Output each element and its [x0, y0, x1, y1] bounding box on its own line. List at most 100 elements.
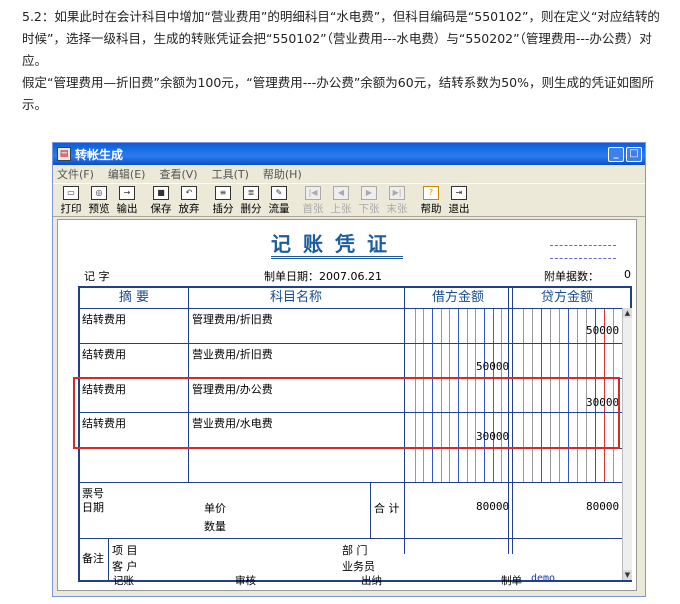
intro-text: 5.2：如果此时在会计科目中增加“营业费用”的明细科目“水电费”，但科目编码是“…	[22, 6, 672, 116]
toolbar: ▭ 打印 ◎ 预览 → 输出 ■ 保存 ↶ 放弃 ≡ 插分 ≣ 删分 ✎ 流量 |◀ 首张 ◀ 上张…	[53, 183, 645, 217]
prev-icon: ◀	[333, 186, 349, 200]
attachment-label: 附单据数：	[544, 270, 599, 283]
vertical-scrollbar[interactable]: ▲ ▼	[622, 308, 632, 580]
undo-button[interactable]: ↶ 放弃	[175, 184, 203, 216]
output-button[interactable]: → 输出	[113, 184, 141, 216]
delete-row-label: 删分	[240, 203, 262, 215]
preview-button[interactable]: ◎ 预览	[85, 184, 113, 216]
date-label: 日期	[82, 501, 104, 514]
menu-file[interactable]: 文件(F)	[57, 166, 94, 182]
flow-icon: ✎	[271, 186, 287, 200]
insert-row-label: 插分	[212, 203, 234, 215]
help-icon: ?	[423, 186, 439, 200]
output-icon: →	[119, 186, 135, 200]
next-button[interactable]: ▶ 下张	[355, 184, 383, 216]
save-icon: ■	[153, 186, 169, 200]
undo-icon: ↶	[181, 186, 197, 200]
voucher-type[interactable]: 记 字	[84, 268, 110, 284]
scroll-down-icon[interactable]: ▼	[623, 570, 632, 580]
divider	[80, 538, 622, 539]
dashed-line	[550, 258, 616, 259]
salesperson-label: 业务员	[342, 560, 375, 573]
dashed-line	[550, 245, 616, 246]
last-label: 末张	[386, 203, 408, 215]
flow-label: 流量	[268, 203, 290, 215]
voucher-date[interactable]: 制单日期：2007.06.21	[264, 268, 382, 284]
save-button[interactable]: ■ 保存	[147, 184, 175, 216]
menu-bar: 文件(F) 编辑(E) 查看(V) 工具(T) 帮助(H)	[53, 165, 645, 183]
window-titlebar[interactable]: ▤ 转帐生成 _ □	[53, 143, 645, 165]
customer-label: 客 户	[112, 560, 138, 573]
unit-price-label: 单价	[204, 502, 226, 515]
print-icon: ▭	[63, 186, 79, 200]
exit-button[interactable]: ⇥ 退出	[445, 184, 473, 216]
audit-label: 审核	[235, 575, 256, 587]
divider	[370, 482, 371, 538]
total-credit: 80000	[586, 500, 620, 513]
exit-icon: ⇥	[451, 186, 467, 200]
project-label: 项 目	[112, 544, 138, 557]
first-button[interactable]: |◀ 首张	[299, 184, 327, 216]
first-label: 首张	[302, 203, 324, 215]
header-account: 科目名称	[269, 290, 322, 305]
save-label: 保存	[150, 203, 172, 215]
remark-label: 备注	[82, 552, 104, 565]
row2-account[interactable]: 营业费用/折旧费	[192, 346, 273, 362]
first-icon: |◀	[305, 186, 321, 200]
voucher-title: 记账凭证	[271, 232, 399, 256]
preview-icon: ◎	[91, 186, 107, 200]
next-icon: ▶	[361, 186, 377, 200]
maximize-icon[interactable]: □	[626, 146, 642, 162]
menu-tools[interactable]: 工具(T)	[212, 166, 249, 182]
last-icon: ▶|	[389, 186, 405, 200]
prev-label: 上张	[330, 203, 352, 215]
row2-summary[interactable]: 结转费用	[82, 346, 126, 362]
insert-row-button[interactable]: ≡ 插分	[209, 184, 237, 216]
next-label: 下张	[358, 203, 380, 215]
print-button[interactable]: ▭ 打印	[57, 184, 85, 216]
attachment-count[interactable]: 0	[624, 268, 631, 281]
divider	[80, 343, 622, 344]
bookkeep-label: 记账	[113, 575, 134, 587]
delete-row-icon: ≣	[243, 186, 259, 200]
row1-account[interactable]: 管理费用/折旧费	[192, 311, 273, 327]
header-credit: 贷方金额	[540, 290, 593, 305]
quantity-label: 数量	[204, 520, 226, 533]
maker-label: 制单	[501, 575, 522, 587]
intro-paragraph-2: 假定“管理费用—折旧费”余额为100元，“管理费用---办公费”余额为60元，结…	[22, 75, 654, 112]
intro-paragraph-1: 5.2：如果此时在会计科目中增加“营业费用”的明细科目“水电费”，但科目编码是“…	[22, 9, 660, 68]
dept-label: 部 门	[342, 544, 368, 557]
title-underline	[271, 256, 403, 259]
divider	[80, 308, 622, 309]
total-label: 合 计	[374, 502, 400, 515]
divider	[108, 538, 109, 580]
help-button[interactable]: ? 帮助	[417, 184, 445, 216]
row2-debit[interactable]: 50000	[476, 360, 509, 373]
total-debit: 80000	[476, 500, 510, 513]
menu-view[interactable]: 查看(V)	[159, 166, 197, 182]
scroll-up-icon[interactable]: ▲	[623, 308, 632, 318]
help-label: 帮助	[420, 203, 442, 215]
delete-row-button[interactable]: ≣ 删分	[237, 184, 265, 216]
menu-help[interactable]: 帮助(H)	[263, 166, 302, 182]
window-title: 转帐生成	[75, 147, 124, 162]
row1-summary[interactable]: 结转费用	[82, 311, 126, 327]
preview-label: 预览	[88, 203, 110, 215]
menu-edit[interactable]: 编辑(E)	[108, 166, 146, 182]
transfer-window: ▤ 转帐生成 _ □ 文件(F) 编辑(E) 查看(V) 工具(T) 帮助(H)…	[52, 142, 646, 597]
prev-button[interactable]: ◀ 上张	[327, 184, 355, 216]
app-icon: ▤	[57, 147, 71, 161]
row1-credit[interactable]: 50000	[586, 324, 619, 337]
minimize-icon[interactable]: _	[608, 146, 624, 162]
maker-name: demo	[531, 573, 556, 584]
print-label: 打印	[60, 203, 82, 215]
header-summary: 摘 要	[118, 290, 150, 305]
window-controls: _ □	[608, 146, 645, 162]
flow-button[interactable]: ✎ 流量	[265, 184, 293, 216]
divider	[80, 482, 622, 483]
undo-label: 放弃	[178, 203, 200, 215]
output-label: 输出	[116, 203, 138, 215]
highlight-box	[73, 377, 620, 449]
last-button[interactable]: ▶| 末张	[383, 184, 411, 216]
cashier-label: 出纳	[361, 575, 382, 587]
